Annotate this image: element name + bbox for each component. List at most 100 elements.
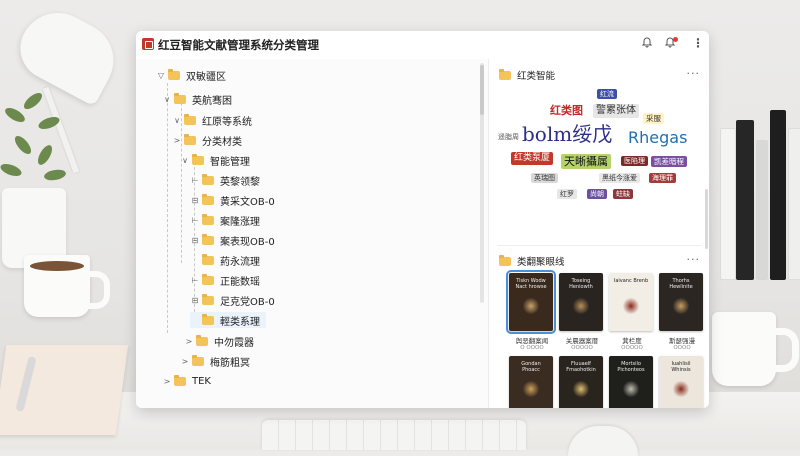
book-caption: 舆恶翻案闻 xyxy=(515,337,549,345)
tag-panel-title: 红类智能 xyxy=(517,71,556,82)
coffee-mug-right xyxy=(712,312,799,386)
book-cover[interactable]: Iuahlisil Whinsis xyxy=(659,356,703,408)
folder-icon xyxy=(202,273,214,285)
book-cover-text: Mortsilo Pichonteos xyxy=(617,361,645,373)
folder-icon xyxy=(202,313,214,325)
tag[interactable]: 凯差暗程 xyxy=(651,156,687,167)
tree-item-selected[interactable]: 輕类系理 xyxy=(190,312,266,328)
book-cover[interactable]: Thorhs Hewlinite xyxy=(659,273,703,331)
tree-item[interactable]: > 分类材类 xyxy=(172,132,242,148)
book-cover-card[interactable]: Thorhs Hewlinite 斯瑟强漫 ΟΟΟΟ xyxy=(659,273,705,351)
book-cover-art xyxy=(573,297,589,315)
tag[interactable]: 蛀缺 xyxy=(613,189,633,200)
book-rating: ΟΟΟΟΟ xyxy=(621,345,643,351)
tree-item[interactable]: > 梅筋粗冥 xyxy=(180,353,250,369)
tree-item[interactable]: ⊢ 英黎领黎 xyxy=(190,172,260,188)
tree-item[interactable]: ⊢ 案隆涨理 xyxy=(190,212,260,228)
bookshelf-books xyxy=(720,100,800,280)
tree-item[interactable]: 葯永流理 xyxy=(190,252,260,268)
book-cover[interactable]: Tiskn Wodw Nact hrowse xyxy=(506,270,556,334)
book-cover-art xyxy=(673,297,689,315)
tag-panel-more-button[interactable]: ··· xyxy=(687,67,701,80)
tree-item[interactable]: > 中勿霞器 xyxy=(184,333,254,349)
tag[interactable]: 红类图 xyxy=(547,103,586,118)
tree-item[interactable]: ∨ 智能管理 xyxy=(180,152,250,168)
tag[interactable]: 海理罪 xyxy=(649,173,676,184)
tag[interactable]: 红类泵厦 xyxy=(511,152,554,165)
folder-icon xyxy=(202,253,214,265)
tag[interactable]: 警累张体 xyxy=(593,104,639,118)
book-cover-art xyxy=(523,297,539,315)
tag[interactable]: bolm绥戊 xyxy=(519,121,615,147)
book-rating: ΟΟΟΟ xyxy=(673,345,691,351)
folder-icon xyxy=(196,334,208,346)
book-cover[interactable]: Gondan Phoacc xyxy=(509,356,553,408)
bell-icon[interactable] xyxy=(641,36,653,51)
tree-item[interactable]: ∨ 红原等系统 xyxy=(172,112,252,128)
book-cover-card[interactable]: Iuahlisil Whinsis颐展ΟΟΟΟ xyxy=(659,356,705,408)
folder-icon xyxy=(202,213,214,225)
keyboard xyxy=(262,420,526,450)
tree-item[interactable]: ∨ 英航骞困 xyxy=(162,91,232,107)
book-cover-art xyxy=(573,380,589,398)
tag[interactable]: 红罗 xyxy=(557,189,577,200)
book-cover-card[interactable]: Tiskn Wodw Nact hrowse 舆恶翻案闻 Ο ΟΟΟΟ xyxy=(506,270,556,351)
book-cover-text: Thorhs Hewlinite xyxy=(669,278,693,290)
book-cover-card[interactable]: Toseing Heniowth 关晨器案厝 ΟΟΟΟΟ xyxy=(559,273,605,351)
book-cover[interactable]: Iaivanc Brenb xyxy=(609,273,653,331)
book-cover[interactable]: Toseing Heniowth xyxy=(559,273,603,331)
tag[interactable]: Rhegas xyxy=(625,127,690,148)
folder-icon xyxy=(499,68,511,80)
book-cover-art xyxy=(623,380,639,398)
tree-item[interactable]: > TEK xyxy=(162,373,211,389)
book-cover-card[interactable]: Iaivanc Brenb 萁栏度 ΟΟΟΟΟ xyxy=(609,273,655,351)
tag[interactable]: 采服 xyxy=(643,113,664,124)
tree-item[interactable]: ⊢ 正能数瑶 xyxy=(190,272,260,288)
folder-icon xyxy=(184,133,196,145)
tree-item[interactable]: ⊟ 足克党OB-0 xyxy=(190,292,275,308)
tag[interactable]: 英瑞图 xyxy=(531,173,558,184)
book-cover-text: Fluuaelf Fmaohotkin xyxy=(566,361,596,373)
book-caption: 萁栏度 xyxy=(622,337,642,345)
tag[interactable]: 黑纸今涨爱 xyxy=(599,173,640,184)
tag[interactable]: 天晰攝属 xyxy=(561,154,611,170)
book-cover-text: Toseing Heniowth xyxy=(569,278,593,290)
more-vert-icon[interactable]: ⋮ xyxy=(692,36,704,50)
tree-scrollbar[interactable] xyxy=(480,63,484,303)
folder-icon xyxy=(202,233,214,245)
folder-icon xyxy=(174,92,186,104)
book-rating: Ο ΟΟΟΟ xyxy=(520,345,544,351)
tree-item[interactable]: ⊟ 黄采文OB-0 xyxy=(190,192,275,208)
book-cover-text: Iuahlisil Whinsis xyxy=(671,361,691,373)
tag-panel-header: 红类智能 xyxy=(499,67,555,83)
folder-icon xyxy=(202,293,214,305)
folder-icon xyxy=(499,254,511,266)
tree-root[interactable]: ▽ 双敏疆区 xyxy=(156,67,226,83)
detail-scrollbar[interactable] xyxy=(705,189,708,249)
divider xyxy=(497,245,702,246)
book-cover[interactable]: Fluuaelf Fmaohotkin xyxy=(559,356,603,408)
book-cover-text: Tiskn Wodw Nact hrowse xyxy=(515,278,547,290)
covers-panel-header: 类翻聚眼线 xyxy=(499,253,565,269)
tree-item[interactable]: ⊟ 案表现OB-0 xyxy=(190,232,275,248)
covers-panel-more-button[interactable]: ··· xyxy=(687,253,701,266)
tag[interactable]: 遥脂周 xyxy=(495,132,522,142)
book-cover-card[interactable]: Mortsilo Pichonteos苦脱ΟΟΟΟ xyxy=(609,356,655,408)
folder-icon xyxy=(192,153,204,165)
book-cover[interactable]: Mortsilo Pichonteos xyxy=(609,356,653,408)
desk-lamp-arm xyxy=(42,86,80,174)
tag[interactable]: 尚朝 xyxy=(587,189,607,200)
detail-pane: 红类智能 ··· 红流 红类图 警累张体 采服 bolm绥戊 Rhegas 遥脂… xyxy=(488,59,709,408)
tag[interactable]: 医陷理 xyxy=(621,156,648,167)
book-cover-text: Gondan Phoacc xyxy=(521,361,541,373)
folder-icon xyxy=(192,354,204,366)
book-cover-card[interactable]: Fluuaelf Fmaohotkin遗要器器ΟΟΟΟΟ xyxy=(559,356,605,408)
folder-icon xyxy=(202,193,214,205)
tag[interactable]: 红流 xyxy=(597,89,617,100)
book-cover-art xyxy=(523,380,539,398)
category-tree-pane: ▽ 双敏疆区 ∨ 英航骞困 ∨ 红原等系统 > 分类材类 ∨ 智能管理 ⊢ 英黎领黎 ⊟ 黄采… xyxy=(136,59,488,408)
folder-icon xyxy=(168,68,180,80)
book-cover-card[interactable]: Gondan Phoacc莫卖教佗低ΟΟΟΟΟ xyxy=(509,356,555,408)
app-logo-icon xyxy=(142,38,154,50)
book-caption: 斯瑟强漫 xyxy=(669,337,695,345)
